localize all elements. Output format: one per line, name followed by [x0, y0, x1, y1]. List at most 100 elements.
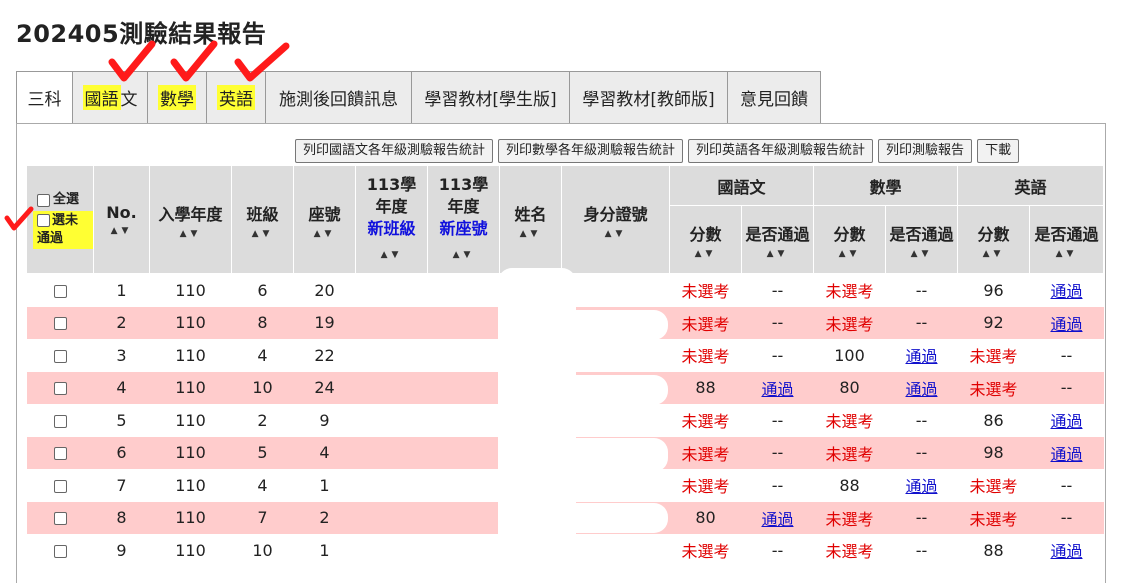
passed-link[interactable]: 通過 [905, 347, 937, 366]
select-all-checkbox[interactable] [37, 193, 50, 207]
table-cell: -- [742, 469, 814, 502]
print-english-stats-button[interactable]: 列印英語各年級測驗報告統計 [688, 139, 874, 163]
sort-icon[interactable]: ▲▼ [294, 229, 355, 239]
chinese-pass-header[interactable]: 是否通過 ▲▼ [741, 205, 814, 274]
pass-status: -- [1060, 345, 1073, 365]
row-checkbox[interactable] [53, 512, 67, 526]
passed-link[interactable]: 通過 [905, 477, 937, 496]
sort-icon[interactable]: ▲▼ [500, 229, 561, 239]
passed-link[interactable]: 通過 [1050, 445, 1082, 464]
passed-link[interactable]: 通過 [1050, 542, 1082, 561]
row-checkbox[interactable] [53, 544, 67, 558]
class-value: 10 [252, 540, 273, 560]
print-math-stats-button[interactable]: 列印數學各年級測驗報告統計 [498, 139, 684, 163]
checkmark-icon [170, 40, 218, 82]
table-cell: 96 [958, 274, 1030, 307]
english-pass-header[interactable]: 是否通過 ▲▼ [1029, 205, 1104, 274]
enroll-year-header[interactable]: 入學年度 ▲▼ [149, 165, 232, 274]
seat-header[interactable]: 座號 ▲▼ [293, 165, 356, 274]
pass-status: -- [915, 508, 928, 528]
redaction-mask [558, 310, 668, 340]
table-cell: -- [742, 534, 814, 567]
redacted-cell [355, 371, 428, 404]
math-score-header[interactable]: 分數 ▲▼ [813, 205, 886, 274]
new-class-header[interactable]: 113學年度 新班級 ▲▼ [355, 165, 428, 274]
tab-label: 英語 [217, 85, 255, 110]
table-cell: 通過 [1030, 274, 1104, 307]
seat-value: 4 [319, 443, 330, 463]
new-seat-header[interactable]: 113學年度 新座號 ▲▼ [427, 165, 500, 274]
row-checkbox[interactable] [53, 382, 67, 396]
score-value: 88 [839, 475, 860, 495]
passed-link[interactable]: 通過 [761, 510, 793, 529]
tab-materials-teacher[interactable]: 學習教材[教師版] [570, 71, 728, 124]
row-select-cell [26, 501, 94, 534]
sort-icon[interactable]: ▲▼ [742, 249, 813, 259]
seat-value: 9 [319, 410, 330, 430]
class-value: 6 [257, 280, 268, 300]
sort-icon[interactable]: ▲▼ [958, 249, 1029, 259]
passed-link[interactable]: 通過 [1050, 315, 1082, 334]
sort-icon[interactable]: ▲▼ [150, 229, 231, 239]
table-cell: 110 [150, 339, 232, 372]
math-pass-header[interactable]: 是否通過 ▲▼ [885, 205, 958, 274]
sort-icon[interactable]: ▲▼ [1030, 249, 1103, 259]
name-header[interactable]: 姓名 ▲▼ [499, 165, 562, 274]
score-value: 未選考 [681, 477, 730, 497]
pass-status: -- [1060, 378, 1073, 398]
class-value: 4 [257, 475, 268, 495]
pass-status: -- [771, 280, 784, 300]
select-unpassed-checkbox[interactable] [37, 213, 50, 227]
checkmark-icon [108, 40, 156, 82]
row-checkbox[interactable] [53, 479, 67, 493]
tab-label: 數學 [158, 85, 196, 110]
download-button[interactable]: 下載 [977, 139, 1020, 163]
row-checkbox[interactable] [53, 284, 67, 298]
sort-icon[interactable]: ▲▼ [356, 244, 427, 266]
table-cell: 2 [293, 501, 356, 534]
sort-icon[interactable]: ▲▼ [94, 226, 149, 236]
table-cell: 2 [93, 306, 150, 339]
redacted-cell [356, 469, 428, 502]
table-cell: 80 [813, 371, 886, 404]
score-value: 98 [983, 443, 1004, 463]
sort-icon[interactable]: ▲▼ [428, 244, 499, 266]
passed-link[interactable]: 通過 [905, 380, 937, 399]
table-cell: -- [742, 274, 814, 307]
print-report-button[interactable]: 列印測驗報告 [878, 139, 973, 163]
sort-icon[interactable]: ▲▼ [670, 249, 741, 259]
row-checkbox[interactable] [53, 349, 67, 363]
year-value: 110 [175, 410, 206, 430]
sort-icon[interactable]: ▲▼ [232, 229, 293, 239]
redacted-cell [356, 534, 428, 567]
sort-icon[interactable]: ▲▼ [814, 249, 885, 259]
no-header[interactable]: No. ▲▼ [93, 165, 150, 274]
row-checkbox[interactable] [53, 414, 67, 428]
chinese-score-header[interactable]: 分數 ▲▼ [669, 205, 742, 274]
tab-label: 學習教材[學生版] [424, 90, 557, 110]
sort-icon[interactable]: ▲▼ [562, 229, 669, 239]
print-chinese-stats-button[interactable]: 列印國語文各年級測驗報告統計 [295, 139, 494, 163]
tab-materials-student[interactable]: 學習教材[學生版] [412, 71, 570, 124]
row-checkbox[interactable] [53, 447, 67, 461]
row-checkbox[interactable] [53, 317, 67, 331]
tab-opinion-feedback[interactable]: 意見回饋 [728, 71, 821, 124]
seat-value: 2 [319, 508, 330, 528]
chinese-header: 國語文 [669, 165, 814, 206]
passed-link[interactable]: 通過 [1050, 412, 1082, 431]
table-cell: 未選考 [814, 404, 886, 437]
table-cell: 未選考 [669, 436, 742, 469]
english-score-header[interactable]: 分數 ▲▼ [957, 205, 1030, 274]
table-cell: -- [886, 404, 958, 437]
class-header[interactable]: 班級 ▲▼ [231, 165, 294, 274]
seat-value: 24 [314, 378, 335, 398]
table-cell: -- [885, 501, 958, 534]
table-cell: 110 [150, 469, 232, 502]
tab-three-subjects[interactable]: 三科 [16, 71, 73, 124]
sort-icon[interactable]: ▲▼ [886, 249, 957, 259]
seat-value: 20 [314, 280, 335, 300]
passed-link[interactable]: 通過 [1050, 282, 1082, 301]
passed-link[interactable]: 通過 [761, 380, 793, 399]
id-number-header[interactable]: 身分證號 ▲▼ [561, 165, 670, 274]
checkmark-icon [234, 42, 290, 82]
